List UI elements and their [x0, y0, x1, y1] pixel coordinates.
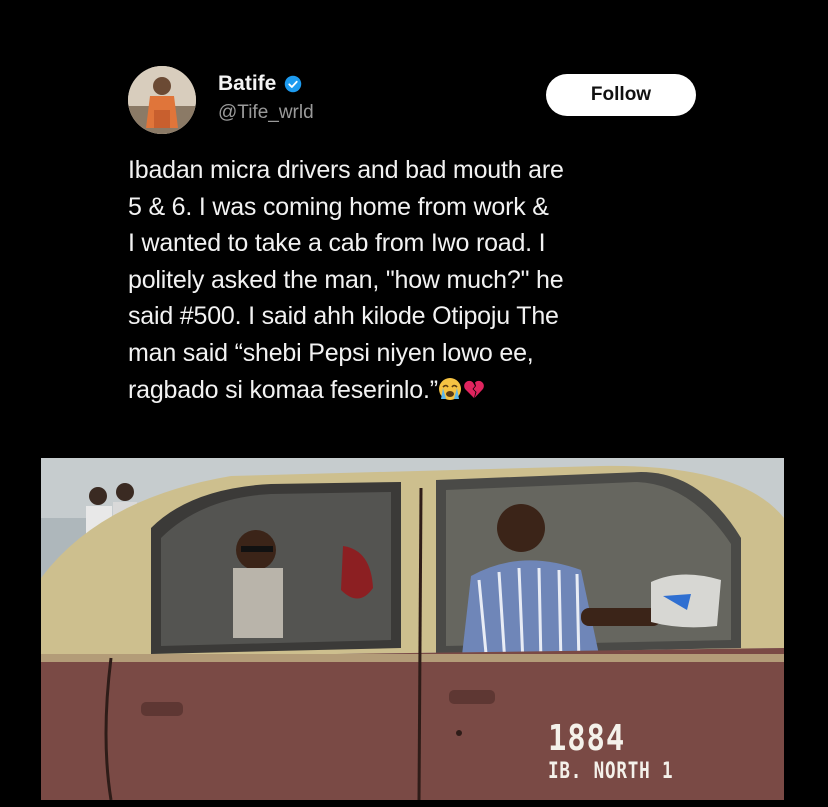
loudly-crying-face-icon	[438, 377, 461, 400]
verified-badge-icon	[285, 75, 302, 93]
follow-button[interactable]: Follow	[546, 74, 696, 116]
post-body: Ibadan micra drivers and bad mouth are 5…	[128, 156, 564, 404]
author-handle[interactable]: @Tife_wrld	[218, 102, 314, 124]
post-text: Ibadan micra drivers and bad mouth are 5…	[128, 152, 728, 408]
post-photo[interactable]	[41, 458, 784, 800]
taxi-plate-number: 1884	[548, 718, 626, 759]
author-display-name[interactable]: Batife	[218, 72, 276, 96]
broken-heart-icon	[463, 380, 484, 398]
post-header: Batife @Tife_wrld Follow	[128, 66, 698, 138]
author-name-row: Batife	[218, 72, 302, 96]
avatar[interactable]	[128, 66, 196, 134]
taxi-plate-region: IB. NORTH 1	[548, 759, 674, 784]
taxi-plate: 1884 IB. NORTH 1	[548, 718, 673, 784]
